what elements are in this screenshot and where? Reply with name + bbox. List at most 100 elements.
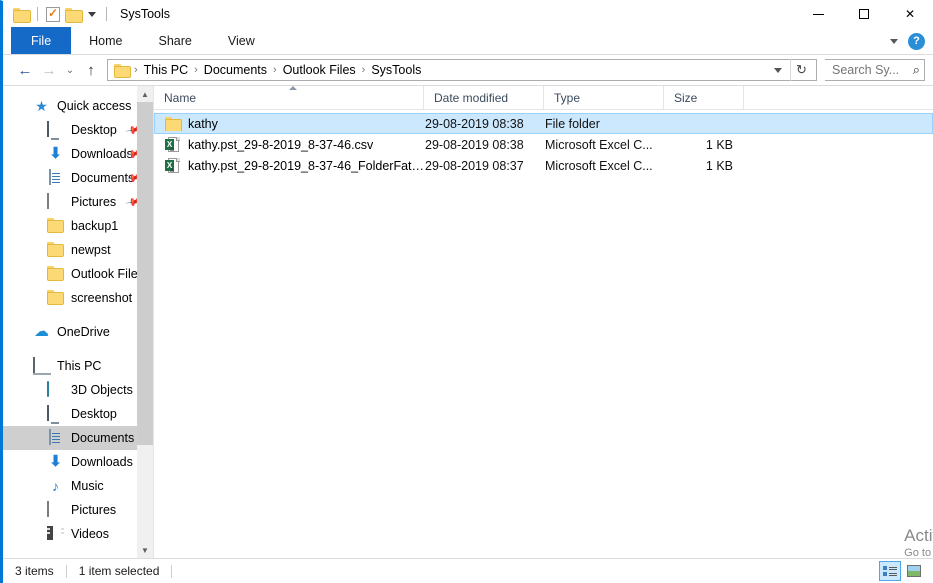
navigation-scrollbar[interactable]: ▲ ▼ (137, 86, 153, 558)
download-icon: ⬇ (49, 145, 62, 162)
star-icon: ★ (35, 98, 48, 114)
properties-icon[interactable] (46, 6, 60, 22)
up-button[interactable]: ↑ (79, 58, 103, 82)
forward-button[interactable]: → (37, 58, 61, 82)
column-header-date-modified[interactable]: Date modified (424, 86, 544, 109)
sidebar-item-backup1[interactable]: backup1 (3, 214, 153, 238)
sidebar-item-3d-objects[interactable]: 3D Objects (3, 378, 153, 402)
toolbar-divider-2 (106, 7, 107, 21)
scrollbar-thumb[interactable] (137, 102, 153, 446)
expand-ribbon-chevron-down-icon[interactable] (890, 38, 898, 44)
minimize-icon (812, 13, 824, 15)
sidebar-item-newpst[interactable]: newpst (3, 238, 153, 262)
search-input[interactable] (832, 63, 911, 77)
customize-caret-icon[interactable] (88, 11, 96, 17)
sort-ascending-icon (288, 86, 297, 90)
sidebar-item-label: 3D Objects (71, 383, 133, 397)
sidebar-item-quick-access[interactable]: ★ Quick access (3, 94, 153, 118)
sidebar-item-label: Pictures (71, 503, 117, 517)
sidebar-item-label: This PC (57, 359, 102, 373)
large-icons-view-button[interactable] (903, 561, 925, 581)
sidebar-item-onedrive[interactable]: ☁ OneDrive (3, 320, 153, 344)
selection-status: 1 item selected (78, 564, 160, 578)
sidebar-item-documents-quick[interactable]: Documents 📌 (3, 166, 153, 190)
refresh-icon[interactable]: ↻ (790, 59, 812, 81)
cell-date-modified: 29-08-2019 08:38 (425, 137, 524, 152)
monitor-icon (47, 121, 49, 137)
scroll-up-arrow-icon[interactable]: ▲ (137, 86, 153, 102)
search-box[interactable]: ⌕ (825, 59, 925, 81)
sidebar-item-downloads[interactable]: ⬇ Downloads (3, 450, 153, 474)
content-area: ★ Quick access Desktop 📌 ⬇ Downloads 📌 D… (3, 85, 933, 558)
status-bar: 3 items 1 item selected (3, 558, 933, 583)
maximize-button[interactable] (841, 1, 887, 27)
sidebar-item-downloads-quick[interactable]: ⬇ Downloads 📌 (3, 142, 153, 166)
cell-type: File folder (545, 116, 600, 131)
item-count: 3 items (15, 564, 54, 578)
close-button[interactable]: ✕ (887, 1, 933, 27)
breadcrumb-item-systools[interactable]: SysTools (366, 63, 426, 77)
tab-file[interactable]: File (11, 27, 72, 54)
sidebar-item-desktop-quick[interactable]: Desktop 📌 (3, 118, 153, 142)
sidebar-item-this-pc[interactable]: This PC (3, 354, 153, 378)
breadcrumb[interactable]: › This PC › Documents › Outlook Files › … (107, 59, 817, 81)
status-divider-2 (171, 564, 173, 578)
sidebar-group-gap-2 (3, 344, 153, 354)
address-dropdown-chevron-down-icon[interactable] (774, 67, 782, 73)
sidebar-item-label: Pictures (71, 195, 117, 209)
tab-view[interactable]: View (210, 27, 273, 54)
breadcrumb-item-this-pc[interactable]: This PC (139, 63, 193, 77)
help-icon[interactable]: ? (908, 32, 925, 50)
sidebar-item-desktop[interactable]: Desktop (3, 402, 153, 426)
column-header-label: Type (554, 90, 581, 105)
sidebar-item-label: Quick access (57, 99, 132, 113)
column-header-name[interactable]: Name (154, 86, 424, 109)
breadcrumb-item-documents[interactable]: Documents (199, 63, 272, 77)
sidebar-item-label: Documents (71, 431, 135, 445)
music-icon: ♪ (52, 478, 59, 494)
table-row[interactable]: Xa kathy.pst_29-8-2019_8-37-46_FolderFat… (154, 155, 933, 176)
sidebar-item-music[interactable]: ♪ Music (3, 474, 153, 498)
tab-share[interactable]: Share (141, 27, 210, 54)
search-icon[interactable]: ⌕ (913, 62, 920, 78)
folder-icon[interactable] (13, 7, 31, 23)
ribbon-tab-bar: File Home Share View ? (3, 27, 933, 55)
new-folder-icon[interactable] (65, 7, 83, 23)
sidebar-item-pictures[interactable]: Pictures (3, 498, 153, 522)
sidebar-item-label: screenshot (71, 291, 133, 305)
sidebar-item-screenshot[interactable]: screenshot (3, 286, 153, 310)
cell-date-modified: 29-08-2019 08:37 (425, 158, 524, 173)
back-button[interactable]: ← (13, 58, 37, 82)
video-icon (47, 526, 53, 540)
sidebar-item-pictures-quick[interactable]: Pictures 📌 (3, 190, 153, 214)
sidebar-item-label: newpst (71, 243, 111, 257)
large-icons-view-icon (907, 565, 921, 577)
sidebar-item-documents[interactable]: Documents (3, 426, 153, 450)
pc-icon (33, 357, 35, 373)
picture-icon (47, 193, 49, 209)
table-row[interactable]: kathy 29-08-2019 08:38 File folder (154, 113, 933, 134)
file-rows: kathy 29-08-2019 08:38 File folder Xa ka… (154, 110, 933, 558)
status-divider (65, 564, 67, 578)
recent-locations-chevron-down-icon[interactable]: ⌄ (61, 58, 79, 82)
scrollbar-track[interactable] (137, 102, 153, 542)
ribbon-right-controls: ? (890, 27, 925, 55)
tab-home[interactable]: Home (71, 27, 140, 54)
sidebar-item-label: backup1 (71, 219, 119, 233)
cell-name: kathy (155, 117, 425, 131)
table-row[interactable]: Xa kathy.pst_29-8-2019_8-37-46.csv 29-08… (154, 134, 933, 155)
cell-name: Xa kathy.pst_29-8-2019_8-37-46_FolderFat… (155, 157, 425, 174)
scroll-down-arrow-icon[interactable]: ▼ (137, 542, 153, 558)
column-header-type[interactable]: Type (544, 86, 664, 109)
details-view-button[interactable] (879, 561, 901, 581)
sidebar-item-videos[interactable]: Videos (3, 522, 153, 546)
column-header-row: Name Date modified Type Size (154, 86, 933, 110)
breadcrumb-item-outlook-files[interactable]: Outlook Files (278, 63, 361, 77)
minimize-button[interactable] (795, 1, 841, 27)
3d-objects-icon (47, 381, 49, 397)
cell-size: 1 KB (705, 158, 733, 173)
column-header-label: Name (164, 90, 197, 105)
column-header-size[interactable]: Size (664, 86, 744, 109)
sidebar-item-outlook-files[interactable]: Outlook Files (3, 262, 153, 286)
